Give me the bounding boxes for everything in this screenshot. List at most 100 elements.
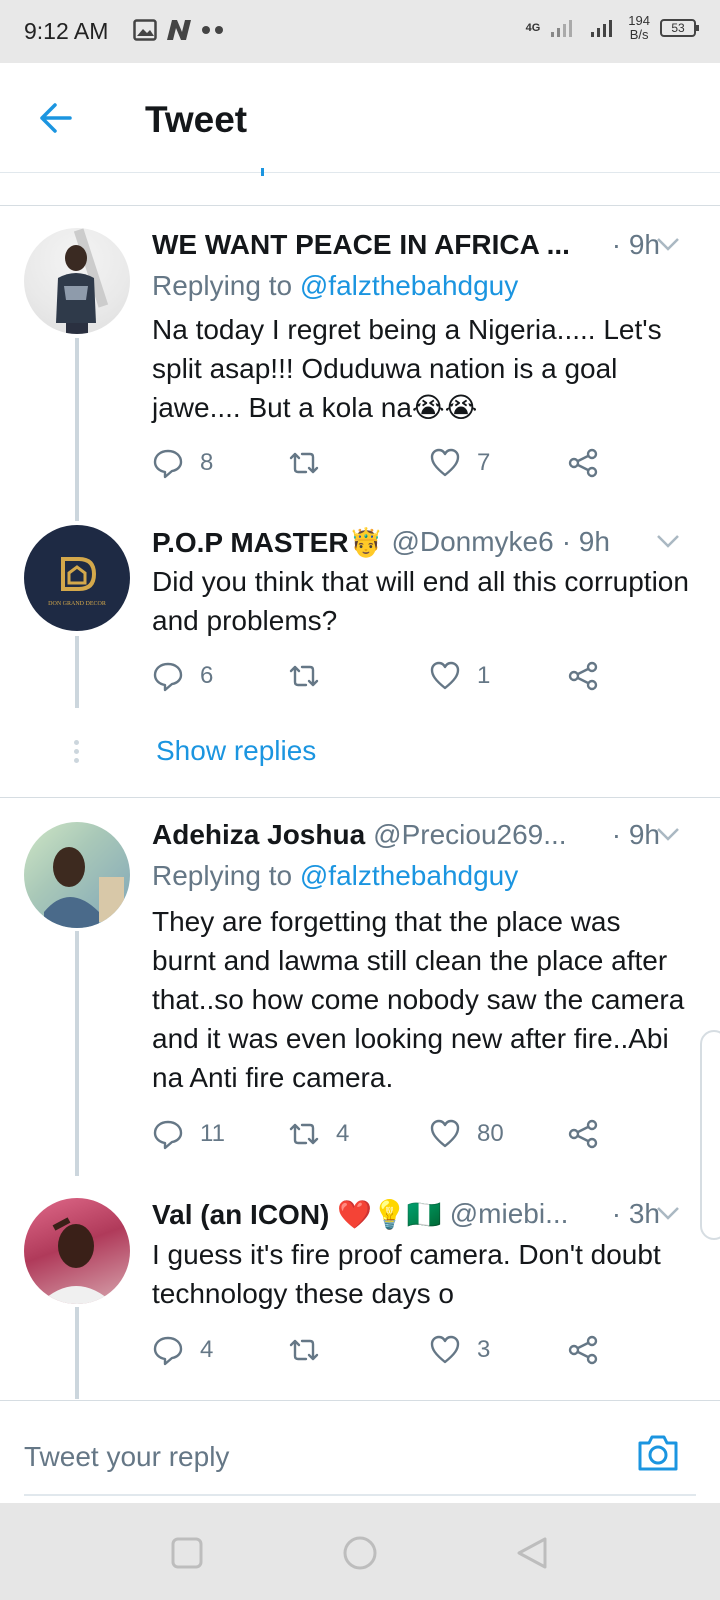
like-button[interactable]: 80	[429, 1118, 504, 1150]
share-button[interactable]	[567, 660, 599, 692]
heart-icon	[430, 448, 460, 477]
reply-composer[interactable]: Tweet your reply	[0, 1400, 720, 1503]
tweet-text: Did you think that will end all this cor…	[152, 566, 689, 636]
like-count: 3	[477, 1336, 491, 1363]
author-name[interactable]: P.O.P MASTER🤴	[152, 526, 383, 559]
tweet-header: WE WANT PEACE IN AFRICA ... · 9h	[152, 228, 660, 262]
tweet-text: They are forgetting that the place was b…	[152, 906, 685, 1093]
share-button[interactable]	[567, 1118, 599, 1150]
heart-icon	[430, 661, 460, 690]
tweet-header: P.O.P MASTER🤴 @Donmyke6 · 9h	[152, 525, 660, 559]
fast-scroll-handle[interactable]	[700, 1030, 720, 1240]
signal-icon-2	[591, 20, 613, 37]
retweet-button[interactable]	[288, 1334, 336, 1366]
reply-count: 8	[200, 449, 214, 476]
tweet-text: I guess it's fire proof camera. Don't do…	[152, 1239, 661, 1309]
thread-connector	[75, 338, 79, 521]
reply-input[interactable]: Tweet your reply	[24, 1441, 229, 1473]
like-button[interactable]: 1	[429, 660, 490, 692]
status-system-icons: 4G 194 B/s 53	[525, 13, 699, 42]
avatar[interactable]: DON GRAND DECOR	[24, 525, 130, 631]
reply-prefix: Replying to	[152, 270, 300, 301]
system-nav-bar	[0, 1503, 720, 1600]
reply-icon	[153, 1336, 183, 1366]
tweet-time: · 9h	[611, 229, 660, 260]
like-button[interactable]: 7	[429, 447, 490, 479]
retweet-button[interactable]	[288, 660, 336, 692]
reply-icon	[153, 1120, 183, 1150]
like-count: 7	[477, 449, 491, 476]
share-icon	[568, 661, 598, 691]
status-time: 9:12 AM	[24, 18, 109, 44]
tweet-time: · 3h	[611, 1198, 660, 1229]
image-icon	[133, 19, 157, 41]
share-icon	[568, 448, 598, 478]
reply-button[interactable]: 4	[152, 1334, 213, 1366]
reply-icon	[153, 449, 183, 479]
battery-icon: 53	[660, 19, 699, 37]
tweet-header: Adehiza Joshua @Preciou269... · 9h	[152, 818, 660, 852]
avatar-logo-text: DON GRAND DECOR	[48, 601, 106, 607]
author-name[interactable]: Val (an ICON) ❤️💡🇳🇬	[152, 1198, 442, 1231]
share-icon	[568, 1119, 598, 1149]
scroll-fragment	[261, 168, 264, 176]
tweet-header: Val (an ICON) ❤️💡🇳🇬 @miebi... · 3h	[152, 1197, 660, 1231]
app-header: Tweet	[0, 63, 720, 173]
back-arrow-icon[interactable]	[37, 100, 73, 136]
like-count: 80	[477, 1120, 504, 1147]
reply-count: 6	[200, 662, 214, 689]
chevron-down-icon[interactable]	[656, 1205, 680, 1221]
network-type: 4G	[525, 22, 541, 34]
section-divider	[0, 797, 720, 798]
reply-mention-link[interactable]: @falzthebahdguy	[300, 270, 518, 301]
reply-count: 11	[200, 1120, 225, 1147]
reply-icon	[153, 662, 183, 692]
retweet-icon	[289, 1123, 319, 1145]
author-handle[interactable]: @Donmyke6	[391, 526, 553, 558]
share-button[interactable]	[567, 1334, 599, 1366]
heart-icon	[430, 1335, 460, 1364]
tweet-actions: 6 1	[152, 660, 622, 694]
retweet-icon	[289, 665, 319, 687]
replying-to: Replying to @falzthebahdguy	[152, 860, 518, 892]
share-icon	[568, 1335, 598, 1365]
reply-prefix: Replying to	[152, 860, 300, 891]
retweet-count: 4	[336, 1120, 350, 1147]
home-circle-icon[interactable]	[343, 1536, 377, 1570]
avatar[interactable]	[24, 822, 130, 928]
like-count: 1	[477, 662, 491, 689]
thread-connector	[75, 931, 79, 1176]
retweet-button[interactable]	[288, 447, 336, 479]
retweet-icon	[289, 1339, 319, 1361]
share-button[interactable]	[567, 447, 599, 479]
chevron-down-icon[interactable]	[656, 826, 680, 842]
show-replies-link[interactable]: Show replies	[156, 735, 316, 767]
reply-underline	[24, 1494, 696, 1496]
thread-connector	[75, 636, 79, 708]
reply-mention-link[interactable]: @falzthebahdguy	[300, 860, 518, 891]
heart-icon	[430, 1119, 460, 1148]
recents-square-icon[interactable]	[170, 1536, 204, 1570]
speed-value: 194	[628, 13, 650, 28]
like-button[interactable]: 3	[429, 1334, 490, 1366]
retweet-button[interactable]: 4	[288, 1118, 349, 1150]
back-triangle-icon[interactable]	[515, 1536, 549, 1570]
chevron-down-icon[interactable]	[656, 533, 680, 549]
author-name[interactable]: WE WANT PEACE IN AFRICA ...	[152, 229, 570, 261]
reply-button[interactable]: 8	[152, 447, 213, 479]
replying-to: Replying to @falzthebahdguy	[152, 270, 518, 302]
reply-button[interactable]: 11	[152, 1118, 225, 1150]
thread-more-dots	[74, 740, 80, 767]
reply-button[interactable]: 6	[152, 660, 213, 692]
camera-icon[interactable]	[636, 1433, 680, 1473]
author-name[interactable]: Adehiza Joshua	[152, 819, 365, 851]
speed-unit: B/s	[629, 27, 649, 42]
chevron-down-icon[interactable]	[656, 236, 680, 252]
author-handle[interactable]: @Preciou269...	[373, 819, 566, 851]
signal-icon	[551, 20, 573, 37]
avatar[interactable]	[24, 1198, 130, 1304]
author-handle[interactable]: @miebi...	[450, 1198, 569, 1230]
tweet-actions: 8 7	[152, 447, 622, 481]
section-divider	[0, 205, 720, 206]
avatar[interactable]	[24, 228, 130, 334]
